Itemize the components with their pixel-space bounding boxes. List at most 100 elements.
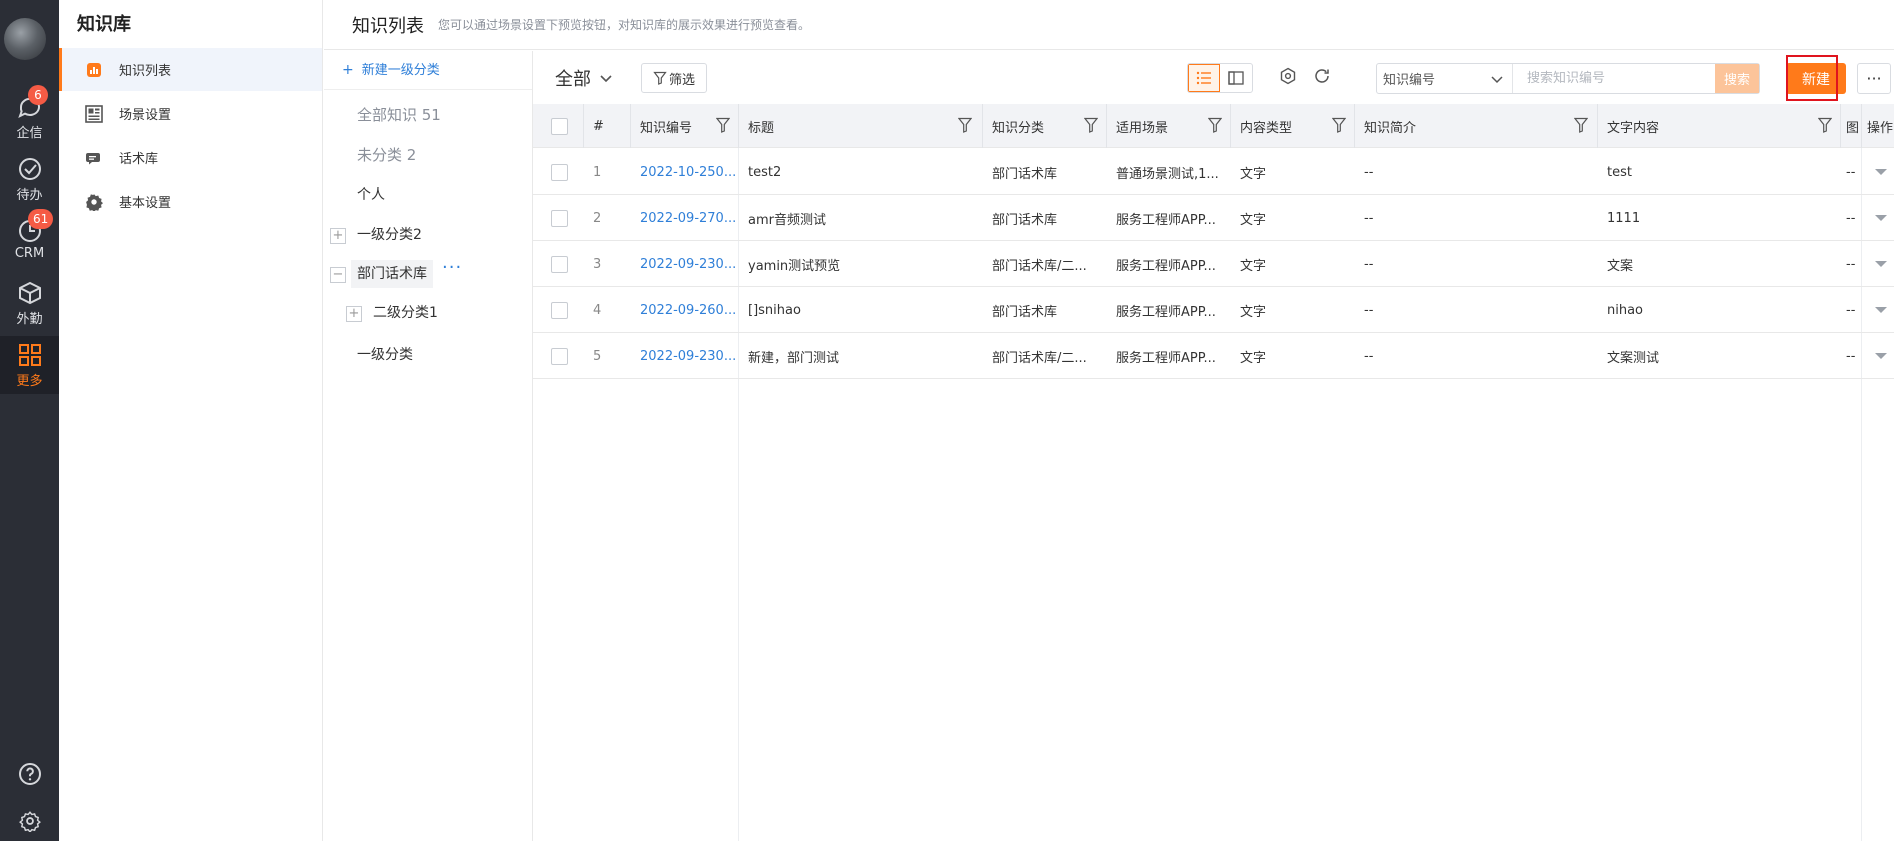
- expand-toggle[interactable]: +: [330, 228, 346, 244]
- cell-intro: --: [1364, 164, 1374, 180]
- gear-icon: [85, 193, 103, 211]
- search-button[interactable]: 搜索: [1715, 64, 1759, 93]
- row-actions-dropdown[interactable]: [1875, 353, 1887, 359]
- grid-icon: [18, 344, 41, 366]
- column-header-label: 文字内容: [1607, 120, 1660, 136]
- page-title: 知识列表: [352, 15, 424, 37]
- split-view-button[interactable]: [1220, 64, 1252, 92]
- row-checkbox[interactable]: [551, 255, 568, 273]
- cell-id-link[interactable]: 2022-09-270...: [630, 195, 738, 241]
- view-selector[interactable]: 全部: [555, 65, 613, 91]
- cell-title: amr音频测试: [748, 212, 826, 228]
- tree-item-personal[interactable]: 个人: [357, 181, 385, 209]
- table-row[interactable]: 3 2022-09-230... yamin测试预览 部门话术库/二... 服务…: [533, 241, 1894, 287]
- avatar[interactable]: [4, 18, 46, 60]
- filter-icon[interactable]: [1818, 117, 1832, 133]
- row-checkbox-cell: [541, 333, 581, 379]
- module-title: 知识库: [77, 14, 131, 35]
- table-row[interactable]: 5 2022-09-230... 新建，部门测试 部门话术库/二... 服务工程…: [533, 333, 1894, 379]
- settings-button[interactable]: [1277, 65, 1299, 87]
- settings-button[interactable]: [0, 810, 59, 836]
- row-actions-dropdown[interactable]: [1875, 307, 1887, 313]
- tree-item-uncategorized[interactable]: 未分类 2: [357, 141, 416, 169]
- cell-image: --: [1846, 302, 1856, 318]
- rail-item-todo[interactable]: 待办: [0, 150, 59, 208]
- filter-icon[interactable]: [1332, 117, 1346, 133]
- collapse-toggle[interactable]: −: [330, 267, 346, 283]
- cell-id-link[interactable]: 2022-09-230...: [630, 333, 738, 379]
- nav-item-label: 场景设置: [119, 108, 172, 123]
- tree-item-all[interactable]: 全部知识 51: [357, 101, 441, 129]
- row-checkbox[interactable]: [551, 163, 568, 181]
- rail-item-crm[interactable]: 61 CRM: [0, 209, 59, 270]
- tree-item-dept-library[interactable]: 部门话术库: [351, 260, 433, 288]
- row-actions-dropdown[interactable]: [1875, 261, 1887, 267]
- nav-item-knowledge-list[interactable]: 知识列表: [59, 48, 322, 91]
- tree-item-subcategory[interactable]: 二级分类1: [373, 299, 438, 327]
- row-checkbox[interactable]: [551, 301, 568, 319]
- rail-item-more[interactable]: 更多: [0, 336, 59, 394]
- row-checkbox-cell: [541, 241, 581, 287]
- search-field-select[interactable]: 知识编号: [1377, 64, 1513, 93]
- column-header-text[interactable]: 文字内容: [1597, 104, 1840, 148]
- cell-type: 文字: [1240, 166, 1267, 182]
- column-header-label: 知识分类: [992, 120, 1045, 136]
- column-header-intro[interactable]: 知识简介: [1354, 104, 1596, 148]
- more-actions-button[interactable]: ···: [1857, 63, 1891, 94]
- cell-intro: --: [1364, 256, 1374, 272]
- nav-item-label: 基本设置: [119, 196, 172, 211]
- new-category-button[interactable]: + 新建一级分类: [342, 59, 440, 78]
- nav-item-basic-settings[interactable]: 基本设置: [59, 180, 322, 223]
- column-header-category[interactable]: 知识分类: [982, 104, 1106, 148]
- rail-item-label: 待办: [16, 188, 43, 203]
- cell-scene: 普通场景测试,1...: [1116, 166, 1219, 182]
- nav-item-scene-settings[interactable]: 场景设置: [59, 92, 322, 135]
- search-field-label: 知识编号: [1383, 73, 1436, 88]
- cell-scene: 服务工程师APP...: [1116, 304, 1216, 320]
- tree-item-more-actions[interactable]: ···: [442, 257, 462, 278]
- select-all-checkbox[interactable]: [551, 117, 568, 135]
- cell-id-link[interactable]: 2022-10-250...: [630, 149, 738, 195]
- rail-item-qixin[interactable]: 6 企信: [0, 85, 59, 146]
- filter-icon[interactable]: [716, 117, 730, 133]
- divider: [324, 89, 532, 90]
- row-actions-dropdown[interactable]: [1875, 215, 1887, 221]
- column-header-scene[interactable]: 适用场景: [1106, 104, 1230, 148]
- rail-item-field[interactable]: 外勤: [0, 274, 59, 332]
- message-icon: [85, 149, 103, 167]
- filter-icon[interactable]: [1208, 117, 1222, 133]
- table-row[interactable]: 2 2022-09-270... amr音频测试 部门话术库 服务工程师APP.…: [533, 195, 1894, 241]
- plus-icon: +: [342, 62, 354, 78]
- filter-icon[interactable]: [1574, 117, 1588, 133]
- rail-item-label: 更多: [16, 374, 43, 389]
- row-checkbox[interactable]: [551, 347, 568, 365]
- tree-item-category[interactable]: 一级分类2: [357, 221, 422, 249]
- column-header-label: 标题: [748, 120, 775, 136]
- filter-button[interactable]: 筛选: [641, 63, 707, 93]
- list-view-button[interactable]: [1188, 64, 1221, 92]
- row-checkbox[interactable]: [551, 209, 568, 227]
- column-header-type[interactable]: 内容类型: [1230, 104, 1354, 148]
- tree-item-category[interactable]: 一级分类: [357, 341, 413, 369]
- unread-badge: 6: [28, 85, 48, 105]
- table-row[interactable]: 1 2022-10-250... test2 部门话术库 普通场景测试,1...…: [533, 149, 1894, 195]
- table-row[interactable]: 4 2022-09-260... []snihao 部门话术库 服务工程师APP…: [533, 287, 1894, 333]
- column-divider: [1597, 104, 1598, 148]
- row-actions-dropdown[interactable]: [1875, 169, 1887, 175]
- split-view-icon: [1228, 71, 1244, 85]
- column-header-title[interactable]: 标题: [738, 104, 980, 148]
- expand-toggle[interactable]: +: [346, 306, 362, 322]
- column-header-id[interactable]: 知识编号: [630, 104, 738, 148]
- refresh-button[interactable]: [1311, 65, 1333, 87]
- filter-icon[interactable]: [1084, 117, 1098, 133]
- nav-item-script-library[interactable]: 话术库: [59, 136, 322, 179]
- cell-text: nihao: [1607, 302, 1644, 318]
- rail-item-label: CRM: [14, 246, 45, 261]
- search-input[interactable]: [1513, 64, 1715, 93]
- help-button[interactable]: [0, 762, 59, 790]
- category-tree: + 新建一级分类 全部知识 51 未分类 2 个人 + 一级分类2 − 部门话术库…: [324, 51, 533, 841]
- filter-icon[interactable]: [958, 117, 972, 133]
- column-divider: [1840, 104, 1841, 148]
- cell-id-link[interactable]: 2022-09-230...: [630, 241, 738, 287]
- cell-id-link[interactable]: 2022-09-260...: [630, 287, 738, 333]
